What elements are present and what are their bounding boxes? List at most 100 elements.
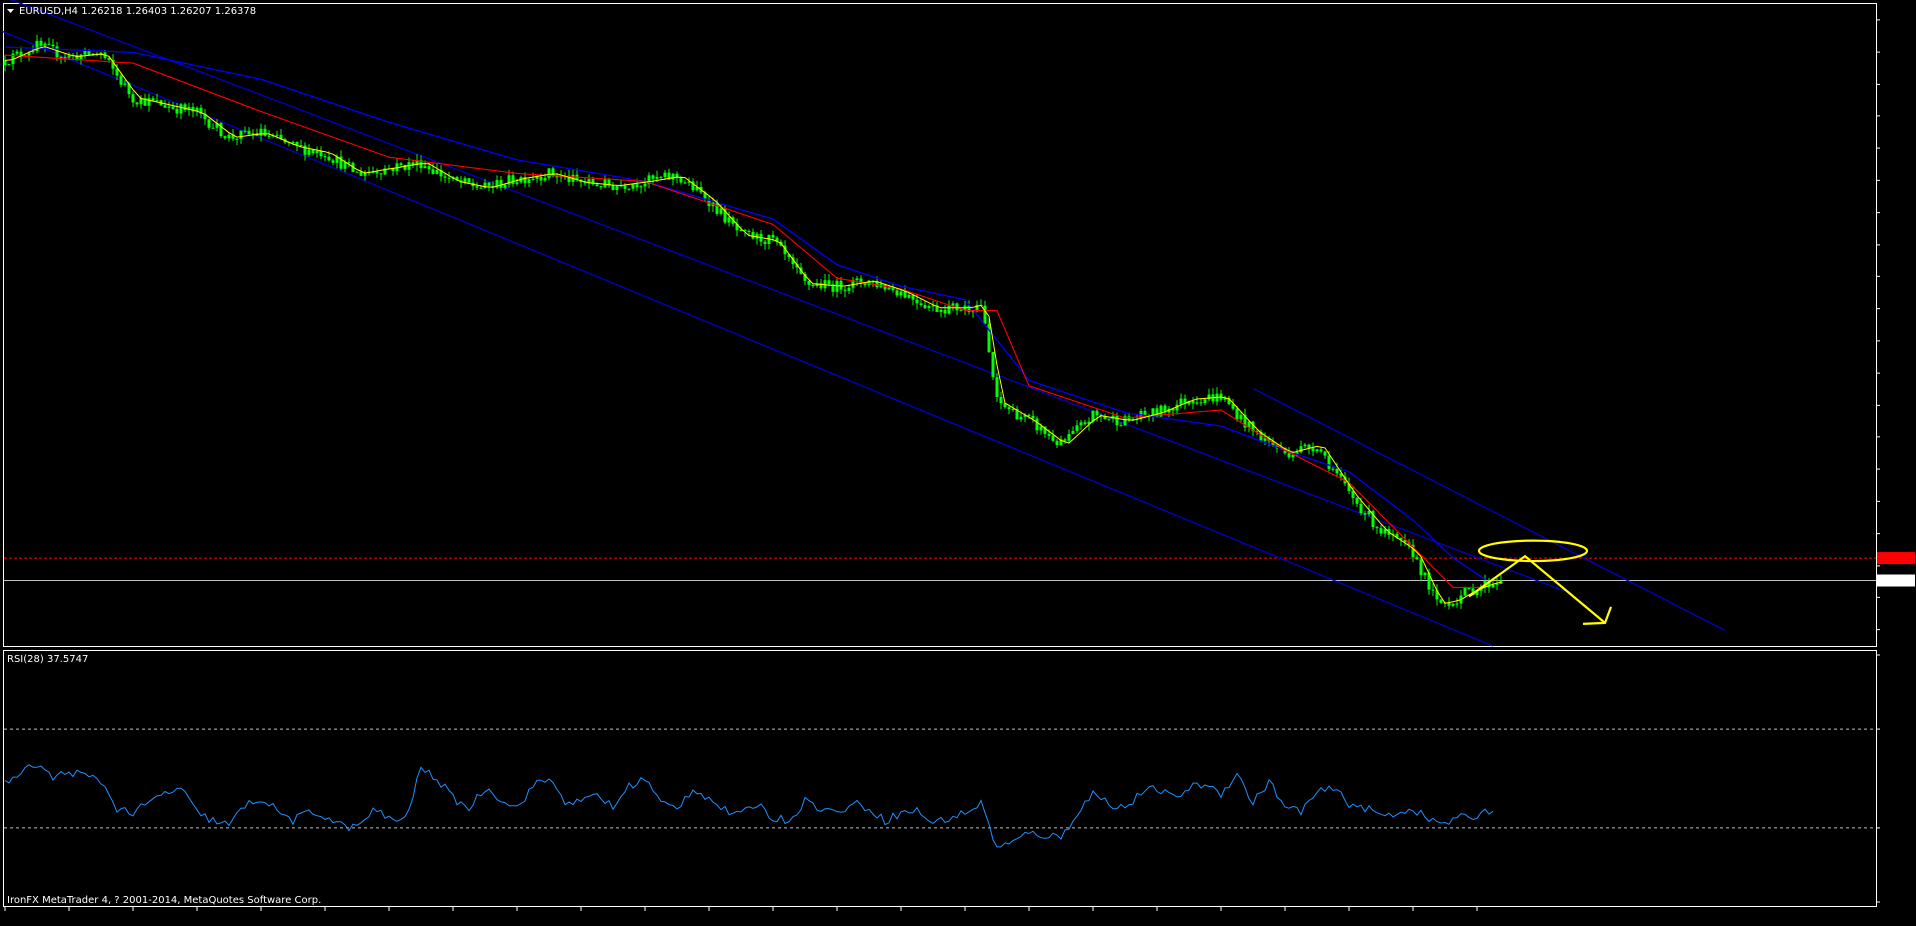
candle-body (955, 303, 959, 311)
candle-body (1315, 449, 1319, 452)
candle-body (547, 168, 551, 178)
candle-body (1047, 433, 1051, 436)
candle-body (655, 176, 659, 179)
candle-body (7, 64, 11, 66)
candle-body (135, 102, 139, 105)
candle-body (479, 187, 483, 189)
candle-body (463, 178, 467, 183)
candle-body (827, 280, 831, 285)
candle-body (1495, 583, 1499, 585)
candle-body (291, 141, 295, 143)
candle-body (167, 106, 171, 108)
candle-body (907, 294, 911, 298)
candle-body (1051, 435, 1055, 441)
candle-body (531, 178, 535, 180)
candle-body (1203, 399, 1207, 404)
candle-body (1083, 422, 1087, 425)
current-price-label-bg (1877, 574, 1915, 587)
candle-body (903, 291, 907, 298)
candle-body (899, 291, 903, 296)
candle-body (515, 182, 519, 184)
candle-body (631, 184, 635, 189)
candle-body (43, 43, 47, 46)
candle-body (323, 156, 327, 158)
candle-body (211, 127, 215, 129)
candle-body (235, 138, 239, 140)
candle-body (247, 130, 251, 135)
candle-body (1323, 451, 1327, 456)
candle-body (207, 119, 211, 128)
candle-body (1179, 398, 1183, 405)
candle-body (151, 98, 155, 101)
candle-body (543, 177, 547, 181)
candle-body (995, 377, 999, 397)
candle-body (243, 130, 247, 132)
candle-body (939, 309, 943, 312)
candle-body (423, 166, 427, 169)
candle-body (1423, 572, 1427, 576)
candle-body (943, 309, 947, 314)
candle-body (1031, 415, 1035, 419)
candle-body (843, 289, 847, 291)
candle-body (1027, 414, 1031, 416)
rsi-title: RSI(28) 37.5747 (7, 654, 88, 665)
candle-body (67, 55, 71, 58)
candle-body (435, 169, 439, 174)
candle-body (359, 171, 363, 176)
candle-body (807, 280, 811, 285)
candle-body (1067, 434, 1071, 441)
candle-body (991, 351, 995, 378)
chart-background (0, 0, 1916, 926)
candle-body (675, 173, 679, 177)
candle-body (535, 176, 539, 179)
candle-body (771, 234, 775, 238)
candle-body (1119, 425, 1123, 427)
candle-body (1095, 410, 1099, 416)
candle-body (539, 176, 543, 181)
candle-body (511, 175, 515, 184)
candle-body (747, 230, 751, 232)
candle-body (1115, 415, 1119, 426)
candle-body (919, 303, 923, 306)
candle-body (1419, 559, 1423, 576)
candle-body (1467, 588, 1471, 590)
candle-body (983, 305, 987, 324)
candle-body (15, 51, 19, 54)
candle-body (635, 184, 639, 188)
candle-body (295, 141, 299, 145)
candle-body (347, 162, 351, 164)
candle-body (551, 168, 555, 176)
candle-body (1311, 448, 1315, 452)
candle-body (947, 305, 951, 314)
candle-body (223, 136, 227, 139)
candle-body (131, 94, 135, 103)
candle-body (895, 290, 899, 296)
candle-body (1379, 528, 1383, 534)
candle-body (443, 176, 447, 178)
candle-body (1075, 425, 1079, 431)
candle-body (163, 105, 167, 108)
candle-body (1239, 414, 1243, 420)
chart-canvas[interactable]: EURUSD,H4 1.26218 1.26403 1.26207 1.2637… (0, 0, 1916, 926)
candle-body (611, 185, 615, 190)
candle-body (527, 179, 531, 183)
candle-body (999, 396, 1003, 404)
candle-body (599, 186, 603, 188)
candle-body (227, 134, 231, 139)
candle-body (671, 173, 675, 180)
candle-body (923, 305, 927, 309)
candle-body (1039, 426, 1043, 431)
candle-body (751, 231, 755, 239)
candle-body (1299, 446, 1303, 453)
candle-body (343, 162, 347, 169)
candle-body (175, 108, 179, 114)
candle-body (839, 280, 843, 290)
candle-body (315, 150, 319, 154)
candle-body (1035, 418, 1039, 431)
candle-body (1335, 468, 1339, 474)
candle-body (147, 98, 151, 106)
candle-body (119, 75, 123, 85)
candle-body (1063, 439, 1067, 441)
candle-body (307, 149, 311, 155)
candle-body (123, 83, 127, 85)
